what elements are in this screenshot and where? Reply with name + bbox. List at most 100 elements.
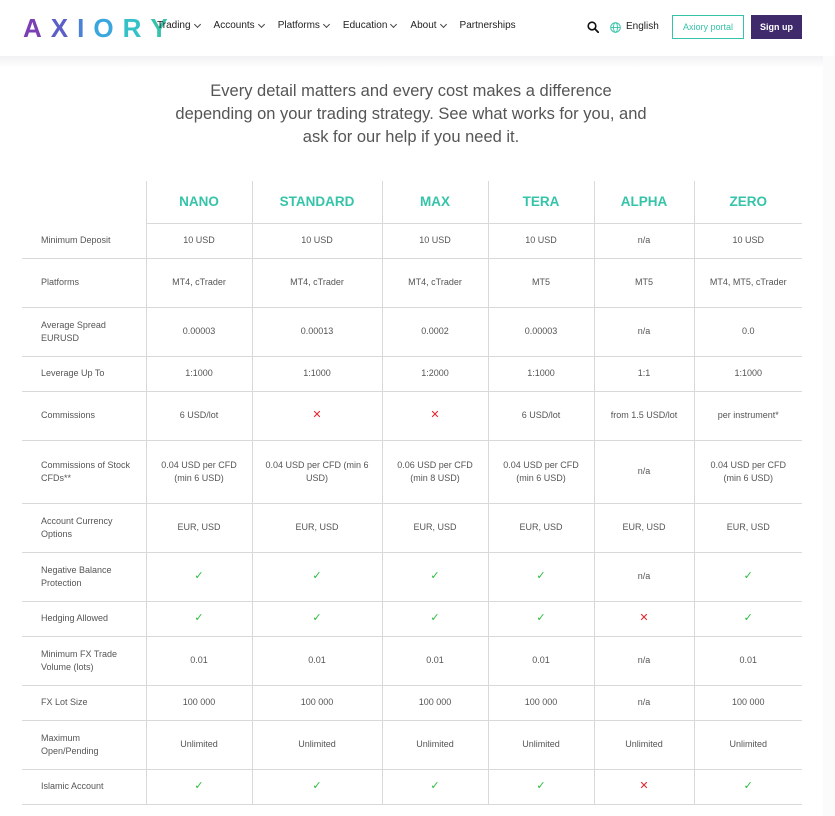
table-row: Commissions of Stock CFDs** 0.04 USD per … xyxy=(22,440,802,504)
row-label: Average Spread EURUSD xyxy=(22,307,146,357)
table-cell: 0.01 xyxy=(145,636,252,686)
table-cell: 0.04 USD per CFD (min 6 USD) xyxy=(251,440,382,504)
chevron-down-icon xyxy=(257,20,265,28)
check-icon: ✓ xyxy=(312,780,322,792)
table-cell: ✓ xyxy=(487,769,594,805)
row-label: FX Lot Size xyxy=(22,685,146,721)
table-cell: MT4, cTrader xyxy=(381,258,488,308)
table-cell: ✓ xyxy=(693,601,802,637)
table-cell: Unlimited xyxy=(251,720,382,770)
table-cell: 100 000 xyxy=(693,685,802,721)
table-cell: 0.04 USD per CFD (min 6 USD) xyxy=(693,440,802,504)
table-cell: 0.00013 xyxy=(251,307,382,357)
nav-item-trading[interactable]: Trading xyxy=(157,20,201,31)
table-cell: 10 USD xyxy=(145,223,252,259)
table-cell: from 1.5 USD/lot xyxy=(593,391,694,441)
cross-icon: ✕ xyxy=(639,612,649,624)
globe-icon[interactable] xyxy=(610,22,621,33)
nav-item-label: Accounts xyxy=(213,20,255,31)
table-cell: EUR, USD xyxy=(593,503,694,553)
language-selector[interactable]: English xyxy=(626,21,659,32)
nav-item-partnerships[interactable]: Partnerships xyxy=(460,20,516,31)
check-icon: ✓ xyxy=(312,612,322,624)
table-cell: ✓ xyxy=(251,769,382,805)
table-row: Platforms MT4, cTrader MT4, cTrader MT4, cT… xyxy=(22,258,802,308)
table-cell: ✕ xyxy=(381,391,488,441)
cross-icon: ✕ xyxy=(312,409,322,421)
table-cell: 100 000 xyxy=(251,685,382,721)
table-cell: Unlimited xyxy=(487,720,594,770)
table-cell: EUR, USD xyxy=(145,503,252,553)
nav-item-label: Education xyxy=(342,20,388,31)
axiory-portal-button[interactable]: Axiory portal xyxy=(672,15,744,39)
scrollbar[interactable] xyxy=(823,56,835,816)
table-cell: ✓ xyxy=(251,552,382,602)
table-cell: Unlimited xyxy=(693,720,802,770)
table-cell: 6 USD/lot xyxy=(145,391,252,441)
nav-item-platforms[interactable]: Platforms xyxy=(277,20,330,31)
row-label: Negative Balance Protection xyxy=(22,552,146,602)
table-cell: ✓ xyxy=(381,769,488,805)
table-cell: 6 USD/lot xyxy=(487,391,594,441)
table-row: Average Spread EURUSD 0.00003 0.00013 0.000… xyxy=(22,307,802,357)
table-cell: 0.04 USD per CFD (min 6 USD) xyxy=(487,440,594,504)
table-cell: Unlimited xyxy=(593,720,694,770)
nav-item-education[interactable]: Education xyxy=(342,20,398,31)
table-row: Islamic Account ✓ ✓ ✓ ✓ ✕ ✓ xyxy=(22,769,802,805)
search-icon[interactable] xyxy=(587,21,599,33)
table-cell: 0.04 USD per CFD (min 6 USD) xyxy=(145,440,252,504)
column-header-standard: STANDARD xyxy=(251,181,382,224)
check-icon: ✓ xyxy=(194,570,204,582)
table-cell: 0.01 xyxy=(381,636,488,686)
cross-icon: ✕ xyxy=(639,780,649,792)
row-label: Commissions of Stock CFDs** xyxy=(22,440,146,504)
check-icon: ✓ xyxy=(194,612,204,624)
table-cell: MT4, cTrader xyxy=(251,258,382,308)
table-cell: ✓ xyxy=(145,552,252,602)
table-row: Minimum FX Trade Volume (lots) 0.01 0.01 0.… xyxy=(22,636,802,686)
table-cell: 100 000 xyxy=(487,685,594,721)
table-cell: 0.06 USD per CFD (min 8 USD) xyxy=(381,440,488,504)
table-cell: 0.01 xyxy=(693,636,802,686)
table-row: Hedging Allowed ✓ ✓ ✓ ✓ ✕ ✓ xyxy=(22,601,802,637)
table-row: Maximum Open/Pending Unlimited Unlimited Un… xyxy=(22,720,802,770)
table-cell: per instrument* xyxy=(693,391,802,441)
table-cell: ✓ xyxy=(381,552,488,602)
table-cell: ✓ xyxy=(145,601,252,637)
chevron-down-icon xyxy=(439,20,447,28)
nav-item-accounts[interactable]: Accounts xyxy=(213,20,265,31)
check-icon: ✓ xyxy=(312,570,322,582)
table-cell: n/a xyxy=(593,685,694,721)
table-cell: n/a xyxy=(593,307,694,357)
sign-up-button[interactable]: Sign up xyxy=(751,15,802,39)
row-label: Account Currency Options xyxy=(22,503,146,553)
table-row: Minimum Deposit 10 USD 10 USD 10 USD 10 USD n… xyxy=(22,223,802,259)
table-cell: 0.01 xyxy=(487,636,594,686)
table-cell: MT4, MT5, cTrader xyxy=(693,258,802,308)
table-cell: Unlimited xyxy=(145,720,252,770)
table-cell: EUR, USD xyxy=(251,503,382,553)
table-cell: 100 000 xyxy=(145,685,252,721)
row-label: Islamic Account xyxy=(22,769,146,805)
check-icon: ✓ xyxy=(743,570,753,582)
table-cell: ✓ xyxy=(487,552,594,602)
chevron-down-icon xyxy=(193,20,201,28)
logo-letter: R xyxy=(122,13,151,43)
table-cell: 10 USD xyxy=(381,223,488,259)
nav-item-label: Platforms xyxy=(277,20,320,31)
table-cell: 0.00003 xyxy=(487,307,594,357)
table-cell: 0.00003 xyxy=(145,307,252,357)
table-cell: 1:1000 xyxy=(145,356,252,392)
table-cell: ✓ xyxy=(381,601,488,637)
check-icon: ✓ xyxy=(536,570,546,582)
nav-item-about[interactable]: About xyxy=(410,20,447,31)
logo-letter: I xyxy=(77,13,94,43)
table-cell: 10 USD xyxy=(693,223,802,259)
axiory-logo[interactable]: AXIORY xyxy=(23,14,177,42)
table-header-row: NANO STANDARD MAX TERA ALPHA ZERO xyxy=(22,181,802,224)
table-row: Negative Balance Protection ✓ ✓ ✓ ✓ n/a ✓ xyxy=(22,552,802,602)
table-cell: 0.0 xyxy=(693,307,802,357)
table-row: Account Currency Options EUR, USD EUR, USD… xyxy=(22,503,802,553)
row-label: Maximum Open/Pending xyxy=(22,720,146,770)
row-label: Commissions xyxy=(22,391,146,441)
